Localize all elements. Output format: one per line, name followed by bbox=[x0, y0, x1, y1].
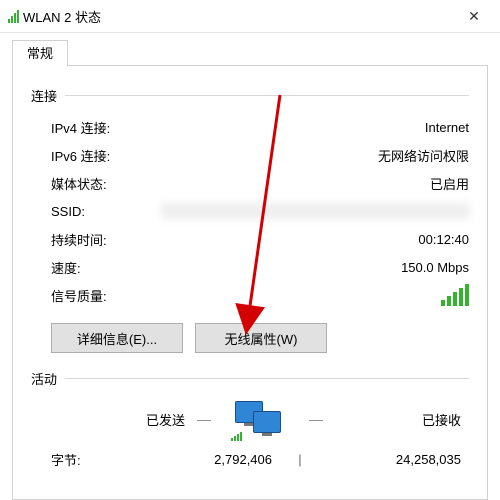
bytes-recv-value: 24,258,035 bbox=[320, 452, 469, 467]
ipv6-value: 无网络访问权限 bbox=[161, 146, 469, 165]
tabpage-general: 连接 IPv4 连接: Internet IPv6 连接: 无网络访问权限 媒体… bbox=[12, 65, 488, 500]
speed-value: 150.0 Mbps bbox=[161, 260, 469, 275]
row-speed: 速度: 150.0 Mbps bbox=[51, 253, 469, 281]
window-title: WLAN 2 状态 bbox=[19, 7, 452, 26]
wireless-properties-button[interactable]: 无线属性(W) bbox=[195, 323, 327, 353]
divider bbox=[65, 378, 469, 379]
dash-left: — bbox=[193, 411, 215, 427]
dash-right: — bbox=[305, 411, 327, 427]
signal-label: 信号质量: bbox=[51, 286, 161, 305]
group-activity: 活动 bbox=[31, 369, 469, 388]
row-ipv6: IPv6 连接: 无网络访问权限 bbox=[51, 141, 469, 169]
row-ipv4: IPv4 连接: Internet bbox=[51, 113, 469, 141]
row-ssid: SSID: bbox=[51, 197, 469, 225]
bytes-label: 字节: bbox=[51, 450, 131, 469]
tabstrip: 常规 bbox=[12, 40, 488, 66]
signal-bars-icon bbox=[161, 284, 469, 306]
group-connection: 连接 bbox=[31, 86, 469, 105]
group-connection-label: 连接 bbox=[31, 86, 65, 105]
activity-header: 已发送 — — 已接收 bbox=[31, 396, 469, 442]
bytes-sent-value: 2,792,406 bbox=[131, 452, 280, 467]
wifi-icon bbox=[8, 9, 19, 23]
divider bbox=[65, 95, 469, 96]
row-duration: 持续时间: 00:12:40 bbox=[51, 225, 469, 253]
titlebar: WLAN 2 状态 ✕ bbox=[0, 0, 500, 33]
row-signal: 信号质量: bbox=[51, 281, 469, 309]
button-row: 详细信息(E)... 无线属性(W) bbox=[51, 323, 469, 353]
connection-rows: IPv4 连接: Internet IPv6 连接: 无网络访问权限 媒体状态:… bbox=[31, 113, 469, 309]
monitor-icon bbox=[253, 411, 281, 433]
ipv4-value: Internet bbox=[161, 120, 469, 135]
ipv6-label: IPv6 连接: bbox=[51, 146, 161, 165]
ipv4-label: IPv4 连接: bbox=[51, 118, 161, 137]
duration-label: 持续时间: bbox=[51, 230, 161, 249]
bytes-separator: | bbox=[280, 452, 320, 467]
row-media: 媒体状态: 已启用 bbox=[51, 169, 469, 197]
ssid-label: SSID: bbox=[51, 204, 161, 219]
details-button[interactable]: 详细信息(E)... bbox=[51, 323, 183, 353]
signal-mini-icon bbox=[231, 432, 242, 441]
duration-value: 00:12:40 bbox=[161, 232, 469, 247]
media-label: 媒体状态: bbox=[51, 174, 161, 193]
client-area: 常规 连接 IPv4 连接: Internet IPv6 连接: 无网络访问权限… bbox=[12, 40, 488, 500]
recv-label: 已接收 bbox=[327, 410, 469, 429]
media-value: 已启用 bbox=[161, 174, 469, 193]
speed-label: 速度: bbox=[51, 258, 161, 277]
close-icon: ✕ bbox=[468, 8, 480, 25]
ssid-value bbox=[161, 203, 469, 219]
tab-general[interactable]: 常规 bbox=[12, 40, 68, 66]
sent-label: 已发送 bbox=[51, 410, 193, 429]
activity-icon bbox=[215, 396, 305, 442]
close-button[interactable]: ✕ bbox=[452, 1, 496, 31]
row-bytes: 字节: 2,792,406 | 24,258,035 bbox=[31, 450, 469, 469]
group-activity-label: 活动 bbox=[31, 369, 65, 388]
wlan-status-dialog: WLAN 2 状态 ✕ 常规 连接 IPv4 连接: Internet IPv6… bbox=[0, 0, 500, 500]
